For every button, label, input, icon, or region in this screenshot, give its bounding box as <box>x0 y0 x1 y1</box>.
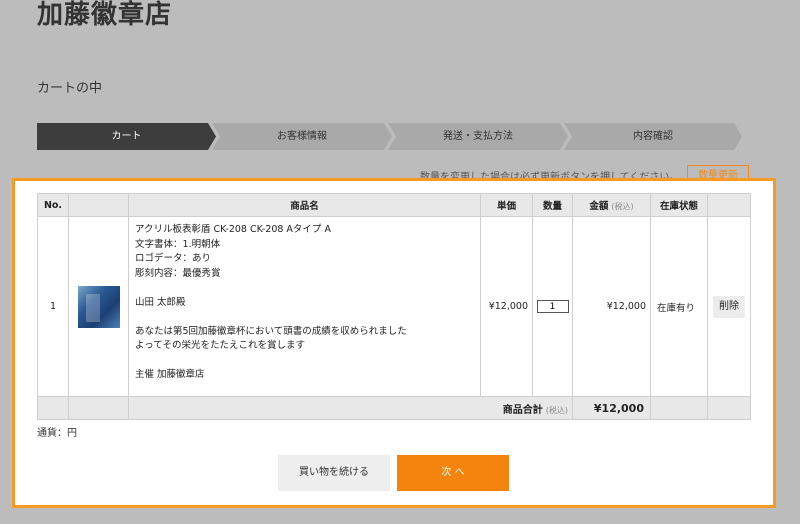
shop-title: 加藤徽章店 <box>37 0 173 30</box>
step-shipping-payment: 発送・支払方法 <box>388 123 568 150</box>
step-cart: カート <box>37 123 216 150</box>
header-stock: 在庫状態 <box>650 193 708 217</box>
header-unit-price: 単価 <box>480 193 533 217</box>
header-image <box>68 193 129 217</box>
total-row: 商品合計 (税込) ¥12,000 <box>37 396 751 420</box>
total-tax-note: (税込) <box>545 405 568 415</box>
quantity-input[interactable] <box>536 300 569 313</box>
table-header-row: No. 商品名 単価 数量 金額 (税込) 在庫状態 <box>37 193 751 217</box>
section-title: カートの中 <box>37 81 103 96</box>
item-action-cell: 削除 <box>707 216 751 397</box>
header-action <box>707 193 751 217</box>
header-quantity: 数量 <box>532 193 573 217</box>
item-no: 1 <box>37 216 69 397</box>
step-customer-info: お客様情報 <box>212 123 392 150</box>
header-amount: 金額 (税込) <box>572 193 651 217</box>
delete-button[interactable]: 削除 <box>713 295 745 318</box>
total-label-cell: 商品合計 (税込) <box>128 396 573 420</box>
cart-table: No. 商品名 単価 数量 金額 (税込) 在庫状態 1 アクリル板表彰盾 CK-… <box>37 193 751 420</box>
item-message-line-2: よってその栄光をたたえこれを賞します <box>135 340 305 351</box>
item-unit-price: ¥12,000 <box>480 216 533 397</box>
item-description: アクリル板表彰盾 CK-208 CK-208 Aタイプ A 文字書体：1.明朝体… <box>128 216 481 397</box>
total-label: 商品合計 <box>502 404 543 416</box>
item-engraving-line: 彫刻内容：最優秀賞 <box>135 267 221 279</box>
product-thumbnail-icon[interactable] <box>77 285 120 328</box>
item-image-cell <box>68 216 129 397</box>
item-logo-line: ロゴデータ：あり <box>135 253 212 264</box>
table-row: 1 アクリル板表彰盾 CK-208 CK-208 Aタイプ A 文字書体：1.明… <box>37 216 751 397</box>
header-product-name: 商品名 <box>128 193 481 217</box>
item-recipient-line: 山田 太郎殿 <box>135 296 186 308</box>
total-value: ¥12,000 <box>572 396 651 420</box>
checkout-steps: カート お客様情報 発送・支払方法 内容確認 <box>37 123 742 150</box>
item-message-line-1: あなたは第5回加藤徽章杯において頭書の成績を収められました <box>135 325 407 337</box>
currency-note: 通貨：円 <box>37 428 77 439</box>
item-amount: ¥12,000 <box>572 216 651 397</box>
item-stock: 在庫有り <box>650 216 708 397</box>
item-font-line: 文字書体：1.明朝体 <box>135 238 221 250</box>
header-no: No. <box>37 193 69 217</box>
item-organizer-line: 主催 加藤徽章店 <box>135 369 205 380</box>
step-confirm: 内容確認 <box>564 123 742 150</box>
next-button[interactable]: 次 へ <box>397 455 509 491</box>
header-tax-note: (税込) <box>611 202 634 211</box>
item-quantity-cell <box>532 216 573 397</box>
item-name-line: アクリル板表彰盾 CK-208 CK-208 Aタイプ A <box>135 224 331 235</box>
continue-shopping-button[interactable]: 買い物を続ける <box>278 455 390 491</box>
